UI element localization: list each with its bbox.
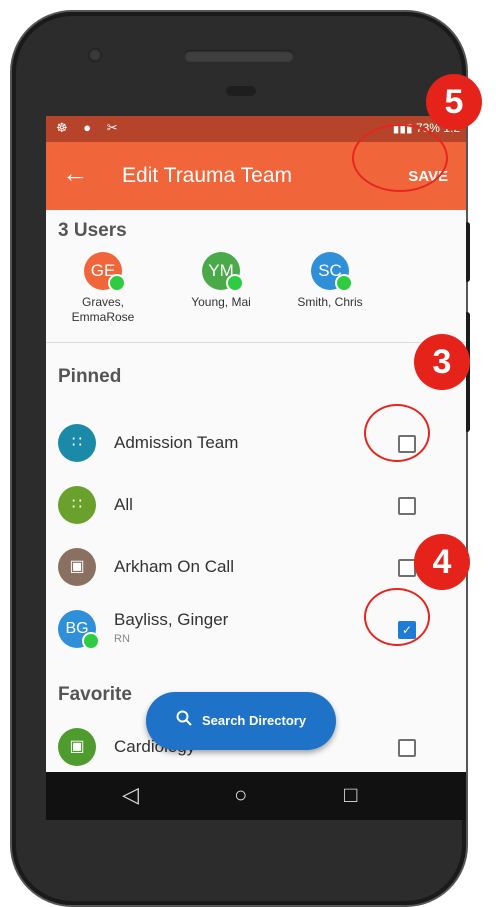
page-title: Edit Trauma Team — [122, 164, 293, 187]
list-item-label: Admission Team — [114, 433, 239, 452]
wifi-icon: ∷ — [58, 424, 96, 462]
favorite-heading: Favorite — [58, 684, 132, 705]
list-item-label: All — [114, 495, 133, 514]
calendar-icon: ▣ — [58, 548, 96, 586]
select-checkbox[interactable] — [398, 739, 416, 757]
search-directory-label: Search Directory — [202, 713, 307, 728]
online-status-dot — [226, 274, 244, 292]
selected-user[interactable]: SC Smith, Chris — [285, 252, 375, 310]
wifi-icon: ∷ — [58, 486, 96, 524]
proximity-sensor — [226, 86, 256, 96]
selected-users: GE Graves, EmmaRose YM Young, Mai SC Smi… — [46, 252, 466, 346]
section-divider — [46, 342, 466, 343]
save-highlight-ring — [352, 124, 448, 192]
list-item-label: Bayliss, Ginger — [114, 610, 229, 629]
back-arrow-icon[interactable]: ← — [62, 160, 88, 186]
online-status-dot — [82, 632, 100, 650]
selected-user[interactable]: GE Graves, EmmaRose — [58, 252, 148, 325]
user-name: Smith, Chris — [297, 295, 363, 309]
list-item-role: RN — [114, 633, 130, 645]
users-count-heading: 3 Users — [58, 220, 127, 241]
nav-recents-icon[interactable]: □ — [344, 782, 357, 808]
online-status-dot — [108, 274, 126, 292]
list-item[interactable]: ▣ Arkham On Call — [46, 538, 466, 594]
selected-user[interactable]: YM Young, Mai — [176, 252, 266, 310]
system-nav-bar: ◁ ○ □ — [46, 772, 466, 820]
list-item-label: Arkham On Call — [114, 557, 234, 576]
pinned-heading: Pinned — [58, 366, 122, 387]
step-badge: 3 — [414, 334, 470, 390]
select-checkbox[interactable] — [398, 497, 416, 515]
online-status-dot — [335, 274, 353, 292]
search-directory-button[interactable]: Search Directory — [146, 692, 336, 750]
user-name: Young, Mai — [191, 295, 251, 309]
nav-home-icon[interactable]: ○ — [234, 782, 247, 808]
avatar: SC — [311, 252, 353, 292]
checkbox-highlight-ring — [364, 404, 430, 462]
list-item[interactable]: ∷ All — [46, 476, 466, 532]
step-badge: 4 — [414, 534, 470, 590]
front-camera — [88, 48, 102, 62]
earpiece-speaker — [184, 50, 294, 62]
nav-back-icon[interactable]: ◁ — [122, 782, 139, 808]
search-icon — [176, 710, 192, 731]
calendar-icon: ▣ — [58, 728, 96, 766]
avatar: GE — [84, 252, 126, 292]
avatar: YM — [202, 252, 244, 292]
checked-highlight-ring — [364, 588, 430, 646]
app-screen: ☸ ● ✂ ▮▮▮ 73% 1:2 ← Edit Trauma Team SAV… — [46, 116, 466, 820]
step-badge: 5 — [426, 74, 482, 130]
avatar: BG — [58, 610, 100, 650]
user-name: Graves, EmmaRose — [71, 295, 135, 324]
status-left-icons: ☸ ● ✂ — [56, 120, 124, 135]
